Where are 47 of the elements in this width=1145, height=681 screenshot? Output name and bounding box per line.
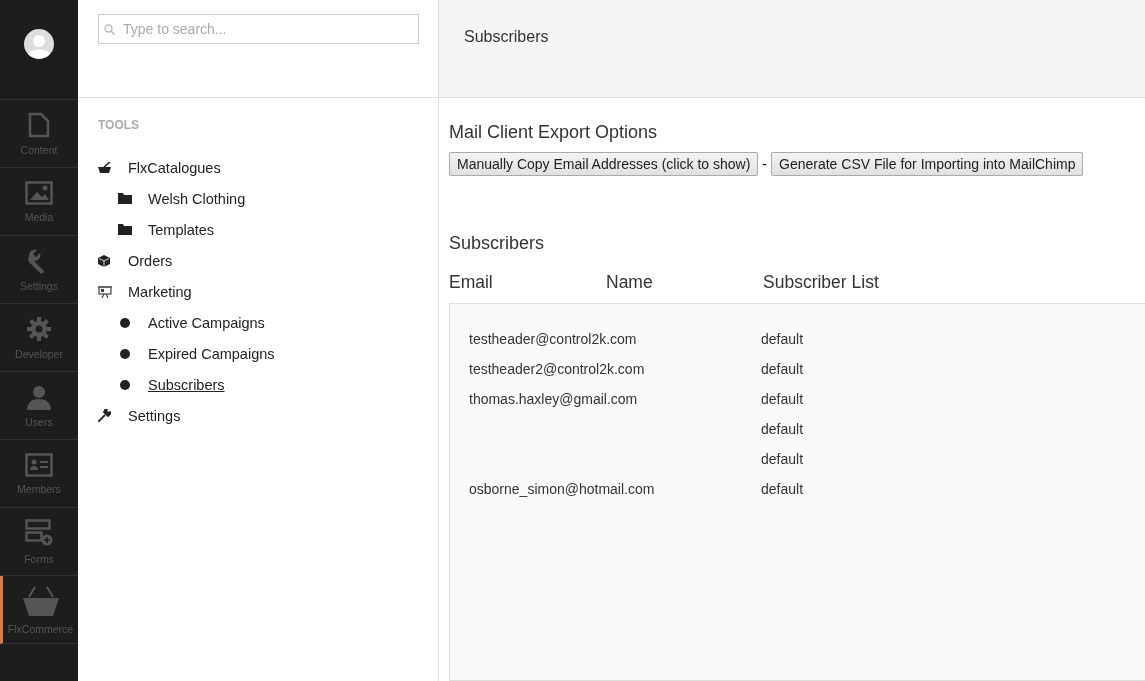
tree-item[interactable]: Subscribers: [148, 376, 225, 393]
tree-item[interactable]: FlxCatalogues: [128, 159, 221, 176]
table-cell: thomas.haxley@gmail.com: [469, 391, 638, 407]
cube-icon: [98, 254, 110, 267]
page-title: Subscribers: [464, 28, 549, 45]
separator-text: -: [762, 156, 767, 172]
table-cell: default: [761, 331, 804, 347]
image-icon: [25, 180, 53, 205]
wrench-icon: [98, 409, 111, 422]
user-icon: [26, 383, 52, 410]
folder-icon: [118, 224, 132, 235]
table-cell: default: [761, 421, 804, 437]
tree-item[interactable]: Settings: [128, 407, 181, 424]
column-header: Email: [449, 272, 494, 294]
search-field[interactable]: Type to search...: [98, 14, 419, 44]
section-heading: Subscribers: [449, 233, 546, 254]
mortar-icon: [98, 161, 112, 174]
tree-item[interactable]: Orders: [128, 252, 173, 269]
section-heading: Mail Client Export Options: [449, 122, 659, 143]
id-card-icon: [25, 452, 53, 477]
tree-item[interactable]: Welsh Clothing: [148, 190, 246, 207]
gear-icon: [26, 315, 52, 342]
export-button[interactable]: Manually Copy Email Addresses (click to show): [449, 152, 759, 176]
bullet-icon: [120, 317, 130, 328]
table-cell: osborne_simon@hotmail.com: [469, 481, 655, 497]
tree-item[interactable]: Marketing: [128, 283, 192, 300]
folder-icon: [118, 193, 132, 204]
table-cell: default: [761, 451, 804, 467]
tree-item[interactable]: Templates: [148, 221, 215, 238]
bullet-icon: [120, 379, 130, 390]
table-cell: default: [761, 361, 804, 377]
table-cell: testheader@control2k.com: [469, 331, 637, 347]
tree-heading: TOOLS: [97, 118, 141, 132]
tree-item[interactable]: Expired Campaigns: [148, 345, 275, 362]
form-add-icon: [25, 518, 53, 547]
document-icon: [28, 111, 50, 138]
tree-item[interactable]: Active Campaigns: [148, 314, 265, 331]
column-header: Name: [606, 272, 654, 294]
presentation-icon: [98, 285, 112, 298]
bullet-icon: [120, 348, 130, 359]
export-button[interactable]: Generate CSV File for Importing into MailChimp: [771, 152, 1084, 176]
table-cell: testheader2@control2k.com: [469, 361, 645, 377]
basket-icon: [20, 584, 61, 617]
table-cell: default: [761, 391, 804, 407]
column-header: Subscriber List: [763, 272, 880, 294]
avatar-icon[interactable]: [24, 28, 54, 59]
table-cell: default: [761, 481, 804, 497]
